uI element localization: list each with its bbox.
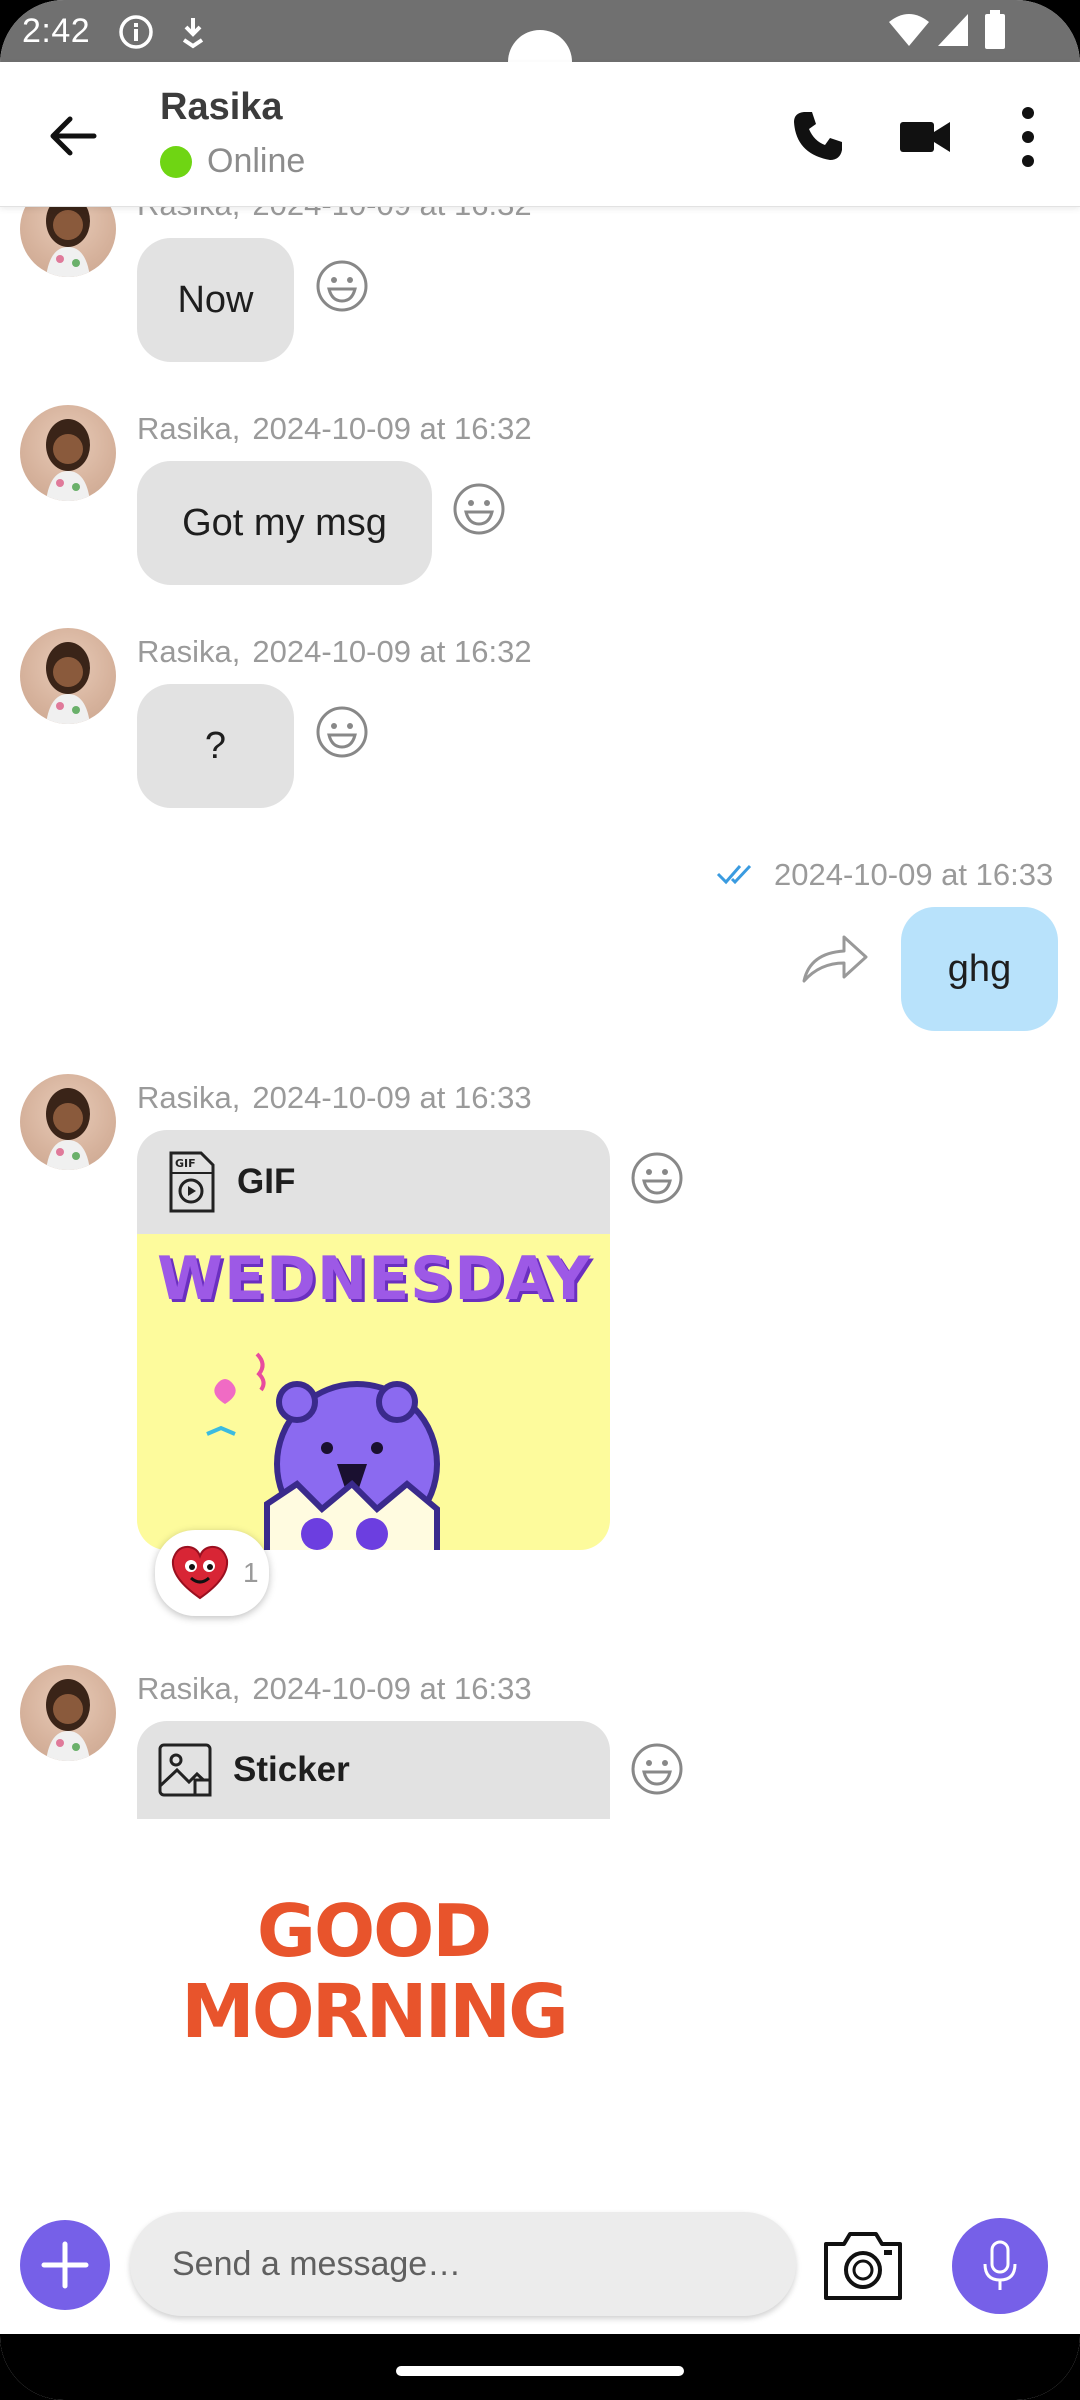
- add-reaction-button[interactable]: [629, 1741, 685, 1797]
- camera-icon: [824, 2232, 902, 2300]
- avatar[interactable]: [20, 405, 116, 501]
- message-time: 2024-10-09 at 16:32: [252, 207, 531, 222]
- heart-face-emoji-icon: [169, 1544, 231, 1602]
- sticker-image[interactable]: GOOD MORNING: [137, 1819, 610, 2117]
- plus-icon: [41, 2241, 89, 2289]
- message-composer: [0, 2180, 1080, 2330]
- double-check-icon: [716, 862, 756, 886]
- download-status-icon: [178, 14, 208, 55]
- more-vert-icon: [1022, 107, 1034, 167]
- sticker-label: Sticker: [233, 1750, 350, 1789]
- microphone-icon: [983, 2240, 1017, 2290]
- voice-call-button[interactable]: [790, 108, 846, 164]
- message-list[interactable]: Rasika, 2024-10-09 at 16:32 Now Rasika, 20…: [0, 207, 1080, 2117]
- message-meta: Rasika, 2024-10-09 at 16:32: [137, 207, 532, 223]
- gif-caption-text: WEDNESDAY: [157, 1244, 592, 1314]
- signal-icon: [936, 12, 970, 53]
- home-gesture-handle[interactable]: [396, 2366, 684, 2376]
- wifi-icon: [888, 12, 930, 53]
- message-time: 2024-10-09 at 16:33: [252, 1080, 532, 1115]
- back-button[interactable]: [44, 107, 102, 165]
- message-time: 2024-10-09 at 16:33: [774, 857, 1054, 892]
- add-reaction-button[interactable]: [314, 258, 370, 314]
- video-call-button[interactable]: [896, 108, 954, 166]
- message-time: 2024-10-09 at 16:33: [252, 1671, 532, 1706]
- message-meta: Rasika, 2024-10-09 at 16:32: [137, 411, 532, 447]
- chat-screen: 2:42 Rasika Online Now Rasika, 2024-10-0…: [0, 0, 1080, 2400]
- smiley-icon: [631, 1743, 683, 1795]
- add-reaction-button[interactable]: [451, 481, 507, 537]
- message-meta: Rasika, 2024-10-09 at 16:33: [137, 1080, 532, 1116]
- message-time: 2024-10-09 at 16:32: [252, 411, 532, 446]
- forward-arrow-icon: [802, 935, 868, 983]
- sender-name: Rasika,: [137, 411, 241, 446]
- system-nav-bar: [0, 2334, 1080, 2400]
- message-meta: Rasika, 2024-10-09 at 16:32: [137, 634, 532, 670]
- message-bubble-outgoing[interactable]: ghg: [901, 907, 1058, 1031]
- info-icon: [118, 14, 154, 55]
- svg-text:GIF: GIF: [175, 1157, 196, 1170]
- sender-name: Rasika,: [137, 207, 240, 222]
- online-status-text: Online: [207, 142, 306, 180]
- sticker-header[interactable]: Sticker: [137, 1721, 610, 1819]
- phone-icon: [794, 112, 842, 160]
- more-options-button[interactable]: [1008, 102, 1048, 172]
- forward-button[interactable]: [800, 931, 870, 987]
- message-bubble[interactable]: Now: [137, 238, 294, 362]
- attach-button[interactable]: [20, 2220, 110, 2310]
- avatar[interactable]: [20, 628, 116, 724]
- avatar[interactable]: [20, 1074, 116, 1170]
- smiley-icon: [316, 260, 368, 312]
- avatar[interactable]: [20, 1665, 116, 1761]
- camera-button[interactable]: [820, 2228, 906, 2304]
- back-arrow-icon: [50, 116, 97, 156]
- gif-header[interactable]: GIF GIF: [137, 1130, 610, 1234]
- sticker-line-1: GOOD: [256, 1889, 492, 1973]
- message-bubble[interactable]: ?: [137, 684, 294, 808]
- status-time: 2:42: [22, 12, 91, 50]
- message-input[interactable]: [130, 2212, 796, 2316]
- message-bubble[interactable]: Got my msg: [137, 461, 432, 585]
- add-reaction-button[interactable]: [629, 1150, 685, 1206]
- battery-icon: [984, 10, 1006, 55]
- chat-header: Rasika Online: [0, 62, 1080, 207]
- sticker-line-2: MORNING: [181, 1969, 569, 2055]
- gif-label: GIF: [237, 1162, 296, 1201]
- reaction-chip[interactable]: 1: [155, 1530, 269, 1616]
- message-time: 2024-10-09 at 16:32: [252, 634, 532, 669]
- message-meta: Rasika, 2024-10-09 at 16:33: [137, 1671, 532, 1707]
- online-status-dot: [160, 146, 192, 178]
- gif-file-icon: GIF: [167, 1151, 215, 1213]
- smiley-icon: [631, 1152, 683, 1204]
- voice-record-button[interactable]: [952, 2218, 1048, 2314]
- add-reaction-button[interactable]: [314, 704, 370, 760]
- smiley-icon: [453, 483, 505, 535]
- reaction-count: 1: [243, 1557, 259, 1588]
- gif-image[interactable]: WEDNESDAY: [137, 1234, 610, 1550]
- video-camera-icon: [900, 122, 950, 152]
- cartoon-creature-image: [206, 1352, 440, 1550]
- sender-name: Rasika,: [137, 634, 241, 669]
- avatar[interactable]: [20, 207, 116, 277]
- smiley-icon: [316, 706, 368, 758]
- image-icon: [157, 1742, 213, 1798]
- sender-name: Rasika,: [137, 1671, 241, 1706]
- sender-name: Rasika,: [137, 1080, 241, 1115]
- contact-name[interactable]: Rasika: [160, 86, 283, 129]
